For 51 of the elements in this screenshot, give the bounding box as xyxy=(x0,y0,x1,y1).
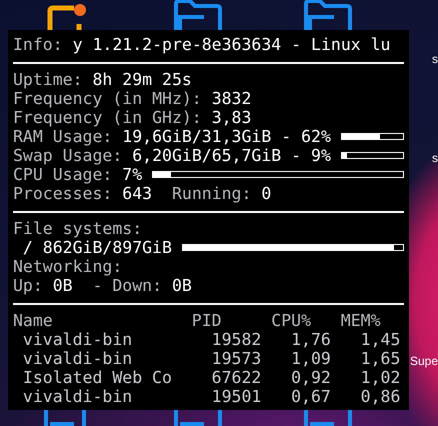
table-cell-text: vivaldi-bin xyxy=(22,349,134,368)
info-value: y 1.21.2-pre-8e363634 - Linux lu xyxy=(72,35,390,54)
table-cell-text: 1,65 xyxy=(360,349,402,368)
stat-value: 8h 29m 25s xyxy=(92,70,192,89)
desktop-icon-label[interactable]: Supe xyxy=(410,354,438,368)
usage-bar xyxy=(340,152,404,159)
section-heading: Networking: xyxy=(13,257,122,276)
app-icon[interactable] xyxy=(46,2,86,30)
stat-value: 19,6GiB/31,3GiB - 62% xyxy=(122,127,331,146)
table-cell-text: 1,45 xyxy=(360,330,402,349)
table-cell-text: Isolated Web Co xyxy=(22,368,173,387)
table-cell-text: 0,92 xyxy=(290,368,332,387)
stat-label: Swap Usage: xyxy=(13,146,122,165)
network-value: 0B xyxy=(172,276,192,295)
stat-label: RAM Usage: xyxy=(13,127,112,146)
stat-label: Frequency (in GHz): xyxy=(13,108,202,127)
stat-value: 6,20GiB/65,7GiB - 9% xyxy=(132,146,331,165)
column-header: PID xyxy=(192,311,223,330)
stat-label: Frequency (in MHz): xyxy=(13,89,202,108)
table-cell-text: vivaldi-bin xyxy=(22,387,134,406)
stat-label: Uptime: xyxy=(13,70,83,89)
table-cell-text: 19582 xyxy=(210,330,262,349)
table-cell-text: 19501 xyxy=(210,387,262,406)
stat-value: 3832 xyxy=(212,89,252,108)
network-label: - Down: xyxy=(92,276,162,295)
stat-label: Processes: xyxy=(13,184,112,203)
table-cell-text: 0,86 xyxy=(360,387,402,406)
table-cell-text: 19573 xyxy=(210,349,262,368)
stat-value: 643 xyxy=(122,184,152,203)
section-heading: File systems: xyxy=(13,219,142,238)
desktop-icon-label[interactable]: s xyxy=(432,52,438,66)
stat-value: 7% xyxy=(122,165,142,184)
desktop-icon-label[interactable]: s xyxy=(432,151,438,165)
table-cell-text: 1,02 xyxy=(360,368,402,387)
stat-value: 3,83 xyxy=(212,108,252,127)
column-header: CPU% xyxy=(271,311,312,330)
network-label: Up: xyxy=(13,276,43,295)
network-value: 0B xyxy=(52,276,73,295)
table-cell-text: 67622 xyxy=(210,368,262,387)
usage-bar xyxy=(340,133,404,140)
table-cell-text: vivaldi-bin xyxy=(22,330,134,349)
column-header: Name xyxy=(13,311,54,330)
table-cell-text: 1,76 xyxy=(290,330,332,349)
stat-value: 0 xyxy=(261,184,272,203)
filesystem-usage: / 862GiB/897GiB xyxy=(22,238,172,257)
info-label: Info: xyxy=(13,35,63,54)
column-header: MEM% xyxy=(340,311,382,330)
table-cell-text: 0,67 xyxy=(290,387,332,406)
stat-label: CPU Usage: xyxy=(13,165,112,184)
stat-label: Running: xyxy=(172,184,252,203)
table-cell-text: 1,09 xyxy=(290,349,332,368)
